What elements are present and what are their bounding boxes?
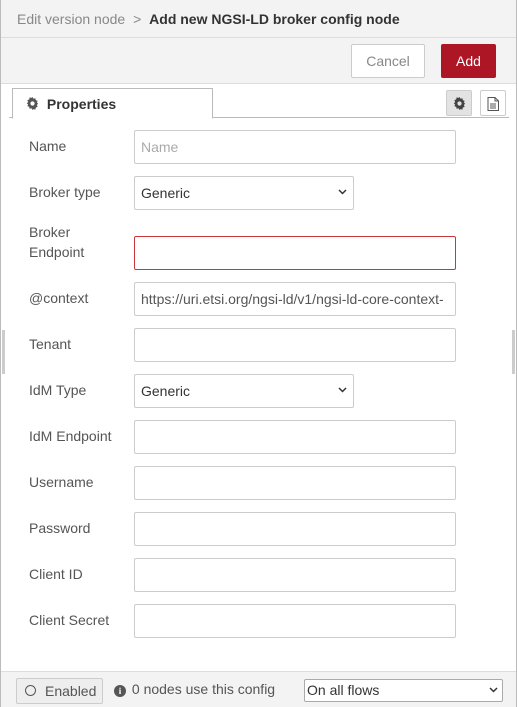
context-input[interactable]: https://uri.etsi.org/ngsi-ld/v1/ngsi-ld-… [134,282,456,316]
tenant-input[interactable] [134,328,456,362]
gear-icon [453,97,466,110]
username-label: Username [29,474,94,490]
circle-icon [25,685,36,696]
tab-bar: Properties [9,86,509,119]
broker-endpoint-input[interactable] [134,236,456,270]
tray-toolbar: Cancel Add [1,38,516,84]
client-secret-label: Client Secret [29,612,110,628]
right-resize-handle[interactable] [512,330,515,374]
node-settings-tab-button[interactable] [446,90,472,116]
broker-type-select[interactable]: Generic [134,176,354,210]
client-id-input[interactable] [134,558,456,592]
breadcrumb-separator: > [133,11,142,27]
page-title: Add new NGSI-LD broker config node [149,11,400,27]
client-id-label: Client ID [29,566,83,582]
file-icon [487,97,499,111]
broker-endpoint-label-line1: Broker [29,224,71,240]
breadcrumb-parent[interactable]: Edit version node [17,11,125,27]
tray-header: Edit version node > Add new NGSI-LD brok… [1,0,516,38]
tab-properties[interactable]: Properties [12,88,213,119]
add-button[interactable]: Add [441,44,496,78]
password-input[interactable] [134,512,456,546]
left-resize-handle[interactable] [2,330,5,374]
password-label: Password [29,520,91,536]
name-input[interactable]: Name [134,130,456,164]
idm-type-label: IdM Type [29,382,87,398]
broker-endpoint-label-line2: Endpoint [29,244,85,260]
username-input[interactable] [134,466,456,500]
tab-properties-label: Properties [46,96,117,112]
tray-footer: Enabled i 0 nodes use this config On all… [1,671,516,707]
idm-type-value: Generic [141,383,191,399]
info-icon: i [114,685,126,697]
scope-value: On all flows [307,682,380,698]
broker-type-value: Generic [141,185,191,201]
enabled-toggle-button[interactable]: Enabled [16,678,103,704]
idm-endpoint-input[interactable] [134,420,456,454]
tenant-label: Tenant [29,336,72,352]
config-usage-text: 0 nodes use this config [131,681,276,697]
scope-select[interactable]: On all flows [304,679,503,702]
chevron-down-icon [338,387,347,393]
idm-type-select[interactable]: Generic [134,374,354,408]
broker-type-label: Broker type [29,184,101,200]
gear-icon [26,97,39,110]
edit-tray: Edit version node > Add new NGSI-LD brok… [0,0,517,707]
chevron-down-icon [489,687,498,693]
context-label: @context [29,290,89,306]
name-label: Name [29,138,67,154]
client-secret-input[interactable] [134,604,456,638]
chevron-down-icon [338,189,347,195]
node-description-tab-button[interactable] [480,90,506,116]
enabled-label: Enabled [45,683,97,699]
idm-endpoint-label: IdM Endpoint [29,428,112,444]
cancel-button[interactable]: Cancel [351,44,425,78]
config-usage: i 0 nodes use this config [114,681,275,697]
